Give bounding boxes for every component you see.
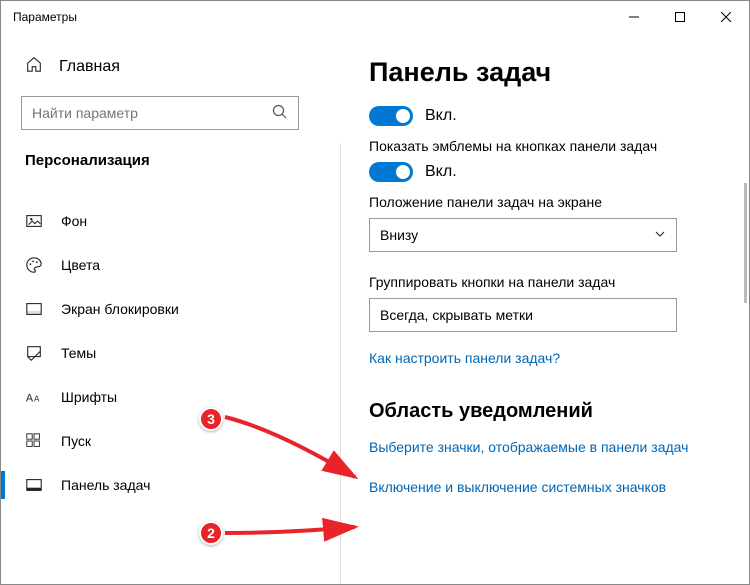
nav-label: Фон — [61, 213, 87, 229]
help-link[interactable]: Как настроить панели задач? — [369, 350, 739, 366]
toggle-2[interactable] — [369, 162, 413, 182]
search-field[interactable] — [32, 105, 272, 121]
emblem-label: Показать эмблемы на кнопках панели задач — [369, 138, 739, 154]
home-icon — [25, 55, 43, 78]
toggle-1[interactable] — [369, 106, 413, 126]
scrollbar[interactable] — [744, 183, 747, 303]
nav-home[interactable]: Главная — [21, 55, 321, 78]
lockscreen-icon — [25, 300, 43, 318]
toggle-2-label: Вкл. — [425, 163, 457, 181]
nav-label: Экран блокировки — [61, 301, 179, 317]
nav-label: Пуск — [61, 433, 91, 449]
category-title: Персонализация — [21, 152, 321, 169]
section-notifications: Область уведомлений — [369, 400, 739, 423]
nav-item-lockscreen[interactable]: Экран блокировки — [21, 287, 321, 331]
nav-home-label: Главная — [59, 58, 120, 76]
themes-icon — [25, 344, 43, 362]
svg-text:A: A — [34, 395, 40, 404]
nav-item-start[interactable]: Пуск — [21, 419, 321, 463]
fonts-icon: AA — [25, 388, 43, 406]
search-input[interactable] — [21, 96, 299, 130]
close-button[interactable] — [703, 1, 749, 33]
group-label: Группировать кнопки на панели задач — [369, 274, 739, 290]
page-title: Панель задач — [369, 57, 739, 88]
nav-item-themes[interactable]: Темы — [21, 331, 321, 375]
picture-icon — [25, 212, 43, 230]
start-icon — [25, 432, 43, 450]
nav-label: Цвета — [61, 257, 100, 273]
nav-item-colors[interactable]: Цвета — [21, 243, 321, 287]
nav-item-background[interactable]: Фон — [21, 199, 321, 243]
nav-label: Панель задач — [61, 477, 150, 493]
link-select-icons[interactable]: Выберите значки, отображаемые в панели з… — [369, 439, 739, 455]
minimize-button[interactable] — [611, 1, 657, 33]
annotation-badge-2: 2 — [199, 521, 223, 545]
nav-label: Шрифты — [61, 389, 117, 405]
search-icon — [272, 104, 288, 123]
palette-icon — [25, 256, 43, 274]
nav-item-fonts[interactable]: AA Шрифты — [21, 375, 321, 419]
taskbar-icon — [25, 476, 43, 494]
nav-item-taskbar[interactable]: Панель задач — [21, 463, 321, 507]
group-select[interactable]: Всегда, скрывать метки — [369, 298, 677, 332]
maximize-button[interactable] — [657, 1, 703, 33]
svg-text:A: A — [26, 393, 34, 405]
chevron-down-icon — [654, 227, 666, 243]
group-value: Всегда, скрывать метки — [380, 307, 533, 323]
window-title: Параметры — [13, 10, 77, 24]
position-value: Внизу — [380, 227, 418, 243]
position-select[interactable]: Внизу — [369, 218, 677, 252]
link-system-icons[interactable]: Включение и выключение системных значков — [369, 479, 739, 495]
toggle-1-label: Вкл. — [425, 107, 457, 125]
nav-label: Темы — [61, 345, 96, 361]
annotation-badge-3: 3 — [199, 407, 223, 431]
position-label: Положение панели задач на экране — [369, 194, 739, 210]
